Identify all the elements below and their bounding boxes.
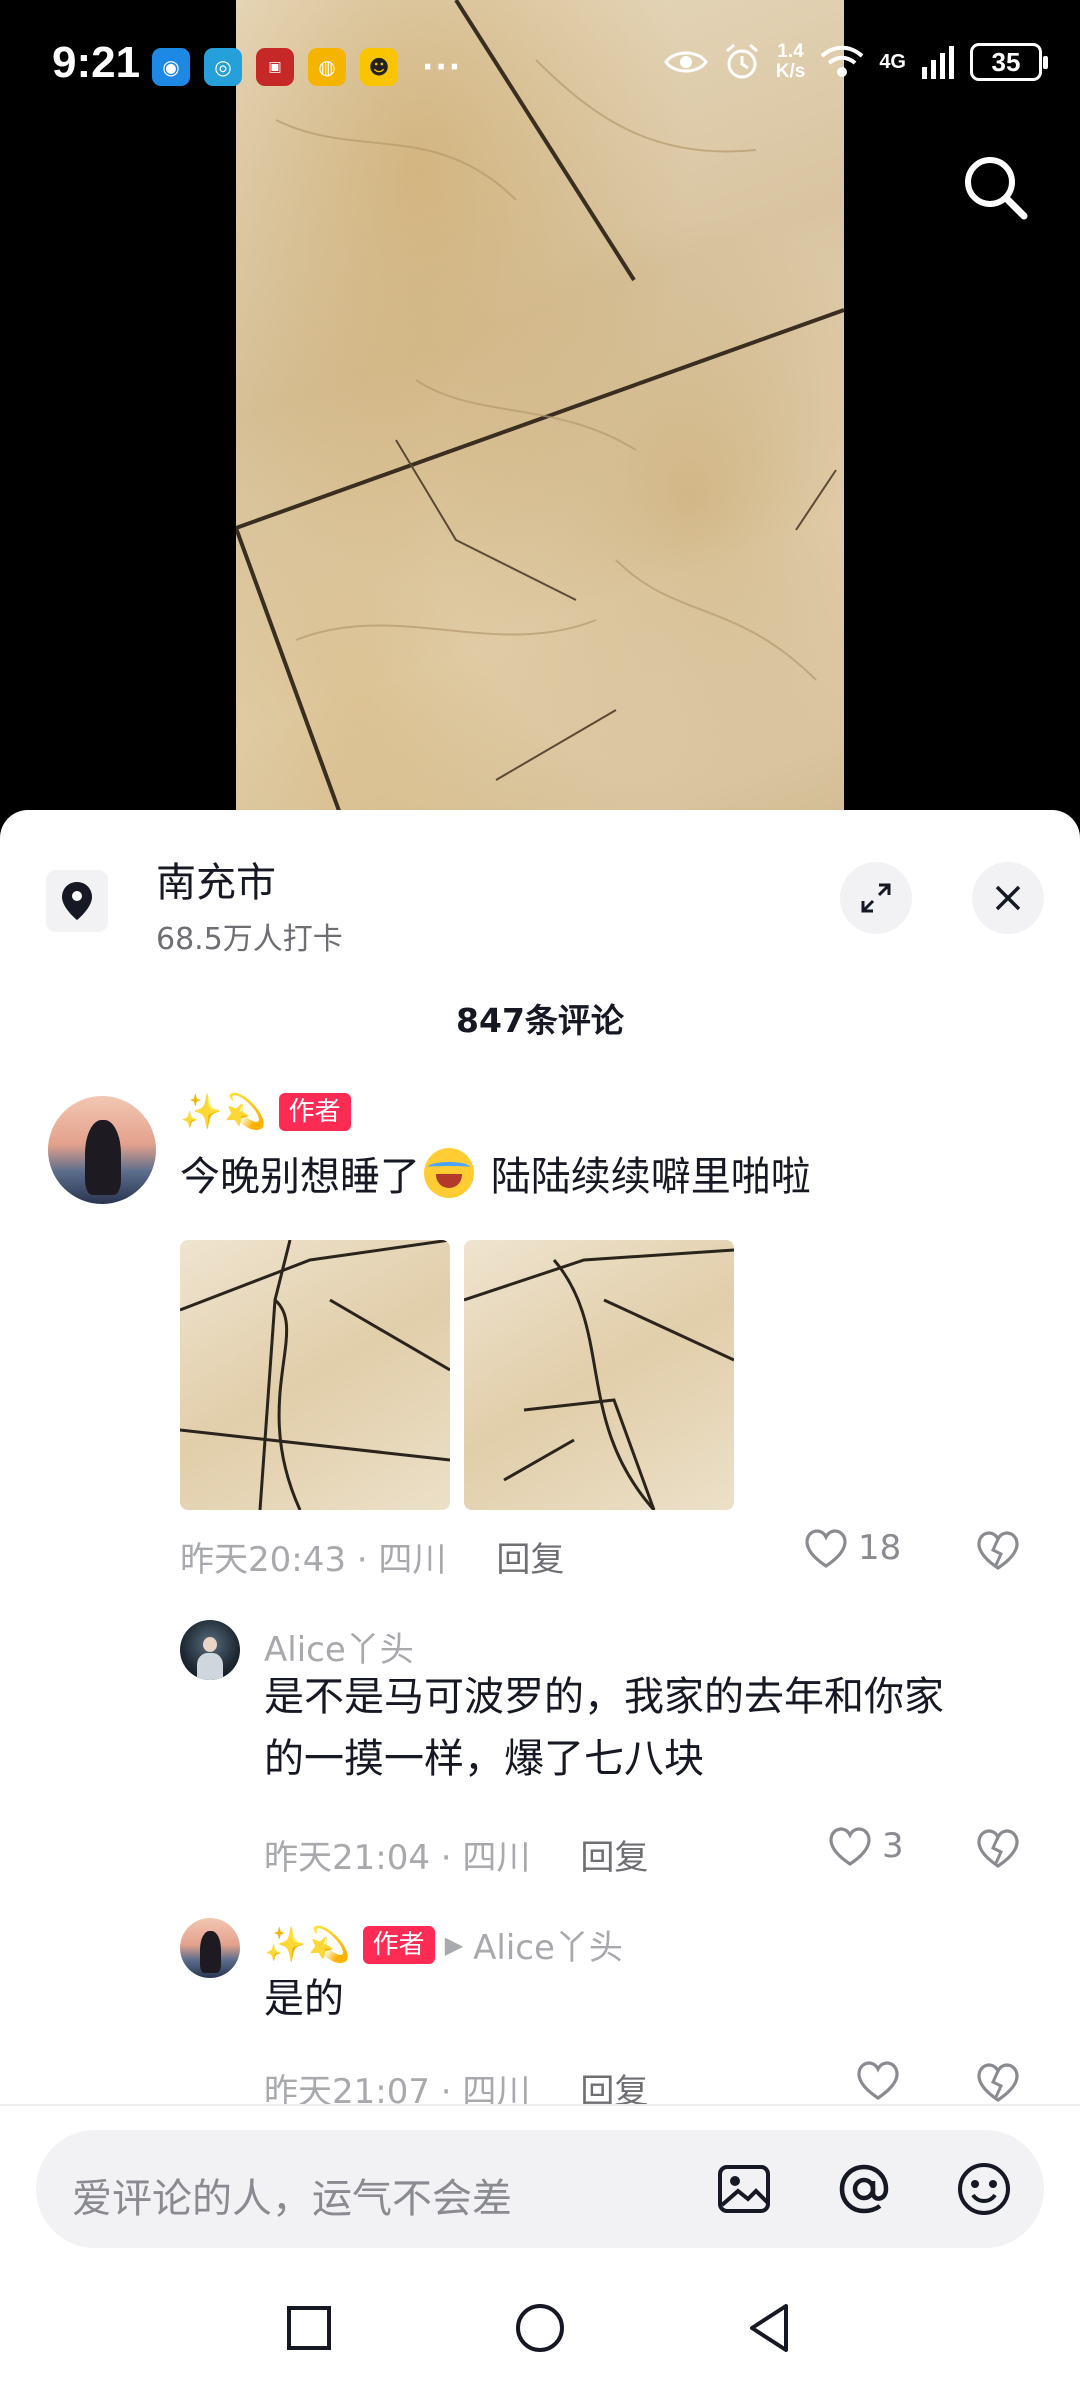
like-count: 18 (858, 1528, 902, 1568)
status-bar: 9:21 ◉ ◎ ▣ ◍ ☻ ··· 1.4 K/s 4G 35 (0, 0, 1080, 130)
like-button[interactable]: 3 (826, 1824, 904, 1868)
search-button[interactable] (960, 152, 1032, 224)
back-button[interactable] (740, 2298, 800, 2358)
broken-heart-icon (977, 2063, 1019, 2102)
avatar[interactable] (180, 1620, 240, 1680)
author-badge: 作者 (362, 1925, 435, 1964)
image-icon (718, 2165, 770, 2213)
more-notifications-icon: ··· (422, 49, 463, 85)
wifi-icon (820, 45, 864, 77)
comment-image[interactable] (464, 1240, 734, 1510)
back-triangle-icon (750, 2304, 788, 2352)
comment-meta: 昨天21:04 · 四川 回复 (264, 1830, 648, 1879)
location-header[interactable]: 南充市 68.5万人打卡 (0, 810, 1080, 990)
browser-app-icon: ◎ (204, 48, 242, 86)
image-button[interactable] (714, 2159, 774, 2219)
comment-text: 是的 (264, 1976, 344, 2022)
comment-count: 847条评论 (456, 1001, 624, 1040)
close-button[interactable] (972, 862, 1044, 934)
signal-icon (922, 46, 954, 79)
comment-text: 是不是马可波罗的，我家的去年和你家 的一摸一样，爆了七八块 (264, 1674, 944, 1782)
like-count: 3 (882, 1826, 904, 1866)
avatar[interactable] (48, 1096, 156, 1204)
emoji-button[interactable] (954, 2159, 1014, 2219)
heart-icon (857, 2061, 899, 2100)
square-icon (287, 2306, 331, 2350)
comment-author[interactable]: ✨💫 作者 (180, 1092, 351, 1132)
network-type: 4G (879, 50, 906, 73)
emoji-icon (958, 2163, 1010, 2215)
comment-author[interactable]: Alice丫头 (264, 1622, 414, 1671)
recent-apps-button[interactable] (279, 2298, 339, 2358)
comment-meta: 昨天20:43 · 四川 回复 (180, 1532, 564, 1581)
securities-app-icon: ▣ (256, 48, 294, 86)
network-speed: 1.4 K/s (775, 41, 806, 82)
heart-icon (829, 1827, 871, 1866)
location-checkins: 68.5万人打卡 (156, 922, 343, 957)
news-app-icon: ☻ (360, 48, 398, 86)
navigation-bar (0, 2268, 1080, 2388)
broken-heart-icon (977, 1829, 1019, 1868)
avatar[interactable] (180, 1918, 240, 1978)
like-button[interactable] (854, 2058, 910, 2102)
comment-text: 今晚别想睡了 陆陆续续噼里啪啦 (180, 1146, 811, 1208)
home-button[interactable] (510, 2298, 570, 2358)
comment-author[interactable]: ✨💫 作者 ▶ Alice丫头 (264, 1920, 623, 1969)
dislike-button[interactable] (974, 2060, 1022, 2108)
location-name[interactable]: 南充市 (156, 850, 276, 908)
crying-emoji-icon (424, 1148, 474, 1198)
notification-icons: ◉ ◎ ▣ ◍ ☻ ··· (152, 48, 462, 86)
circle-icon (516, 2304, 564, 2352)
chat-app-icon: ◉ (152, 48, 190, 86)
mention-button[interactable] (834, 2159, 894, 2219)
broken-heart-icon (977, 1531, 1019, 1570)
heart-icon (805, 1529, 847, 1568)
at-icon (839, 2164, 889, 2214)
dislike-button[interactable] (974, 1528, 1022, 1576)
like-button[interactable]: 18 (802, 1526, 901, 1570)
reply-button[interactable]: 回复 (580, 1830, 648, 1879)
search-icon (965, 157, 1028, 220)
comment-input[interactable]: 爱评论的人，运气不会差 (36, 2130, 1044, 2248)
weibo-app-icon: ◍ (308, 48, 346, 86)
divider (0, 2104, 1080, 2106)
comment-image[interactable] (180, 1240, 450, 1510)
battery-icon: 35 (970, 43, 1048, 81)
reply-to-user[interactable]: Alice丫头 (473, 1920, 623, 1969)
eye-icon (663, 51, 708, 73)
alarm-icon (725, 43, 758, 79)
location-pin-icon (46, 870, 108, 932)
author-badge: 作者 (278, 1093, 351, 1131)
expand-button[interactable] (840, 862, 912, 934)
reply-arrow-icon: ▶ (444, 1930, 464, 1959)
close-icon (995, 885, 1021, 911)
comment-input-placeholder[interactable]: 爱评论的人，运气不会差 (72, 2166, 512, 2224)
clock: 9:21 (52, 38, 141, 87)
reply-button[interactable]: 回复 (496, 1532, 564, 1581)
system-icons: 1.4 K/s 4G 35 (663, 41, 1048, 82)
dislike-button[interactable] (974, 1826, 1022, 1874)
expand-icon (861, 883, 891, 913)
